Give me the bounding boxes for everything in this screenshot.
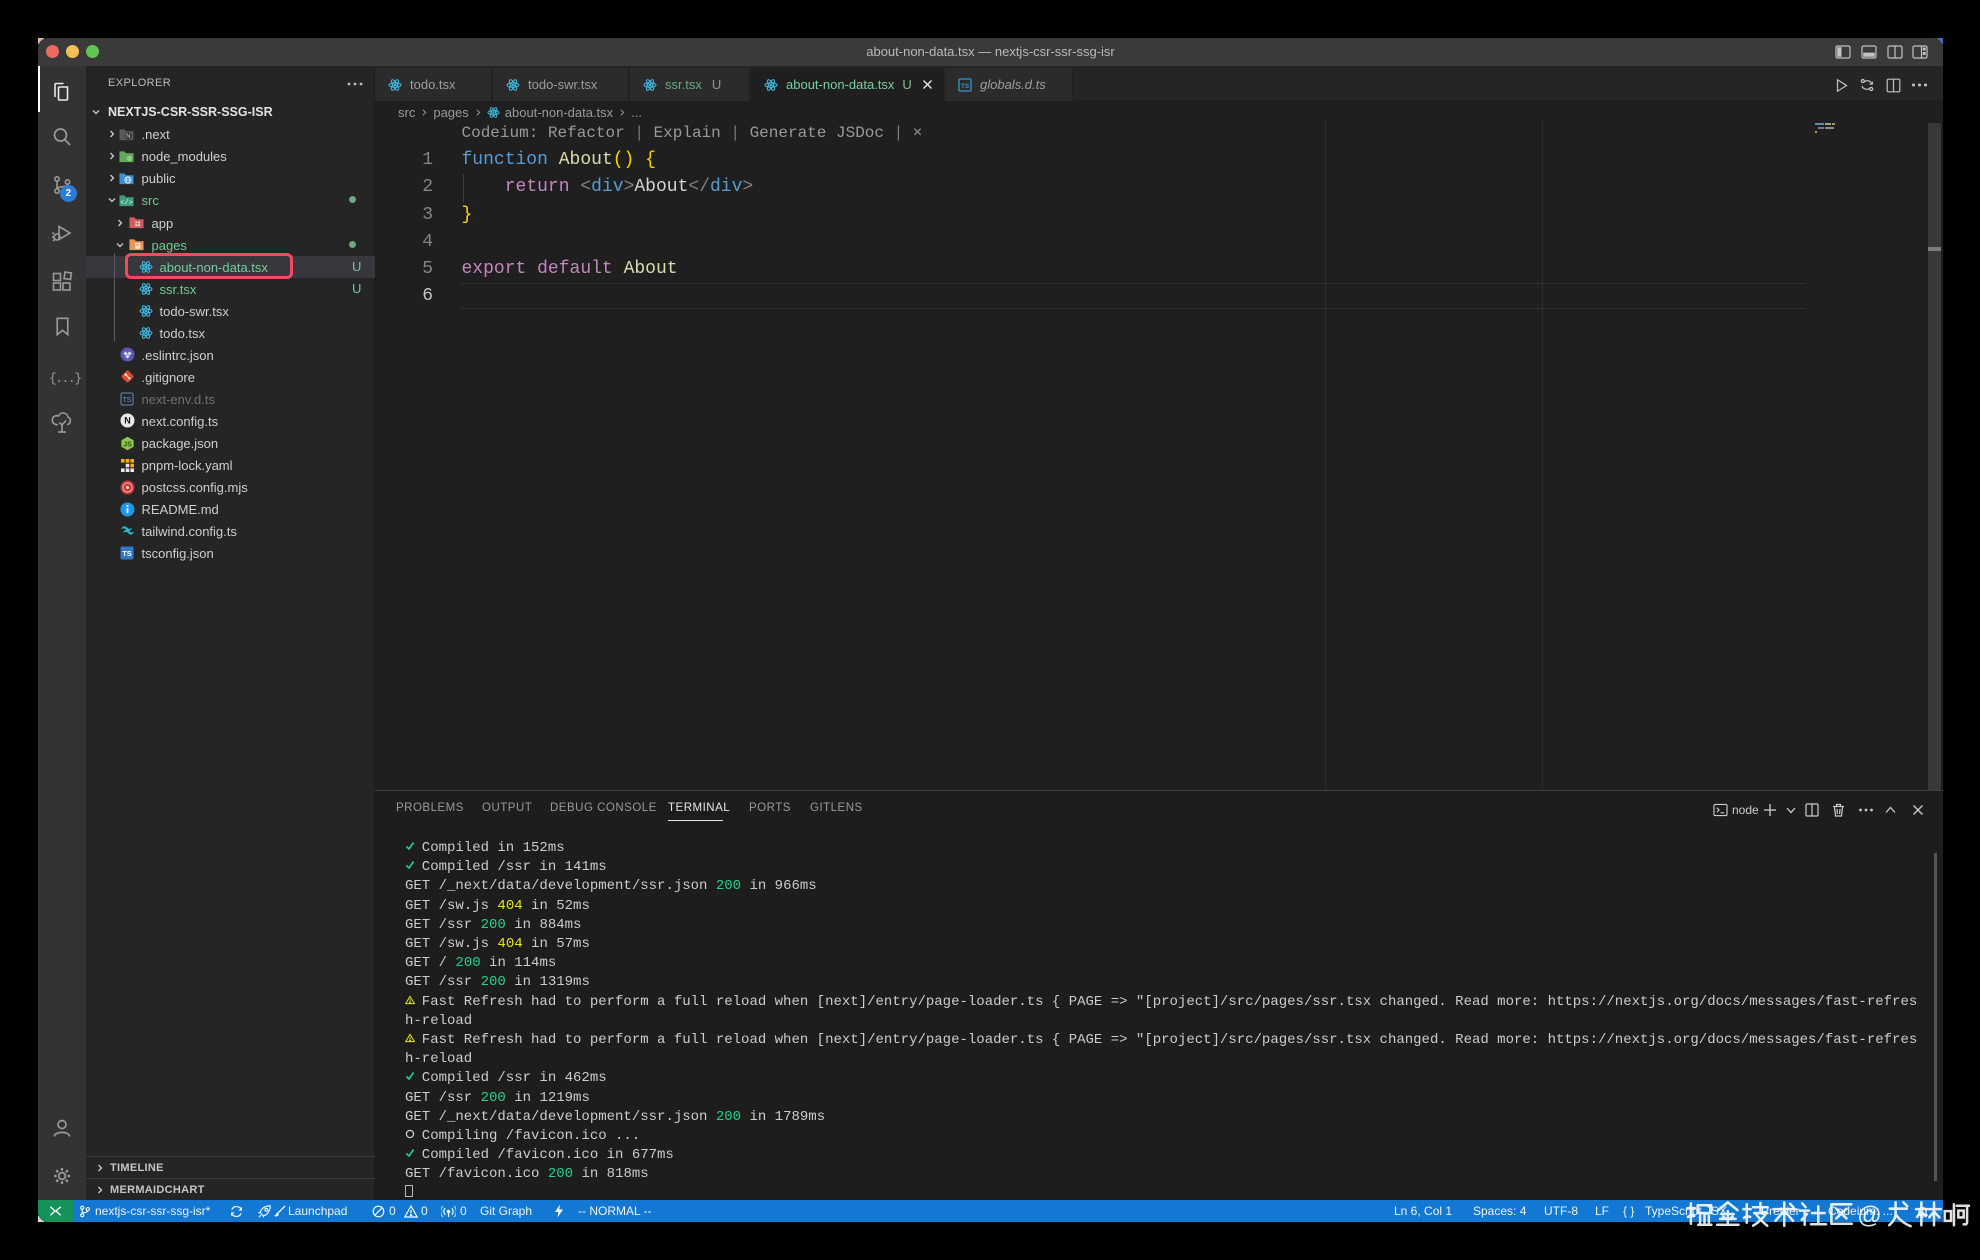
svg-text:TS: TS <box>123 397 132 404</box>
svg-text:N: N <box>124 416 131 426</box>
svg-text:</>: </> <box>120 199 133 207</box>
svg-text:JS: JS <box>123 441 132 448</box>
svg-text:N: N <box>126 133 130 140</box>
svg-text:TS: TS <box>122 549 132 558</box>
svg-text:TS: TS <box>961 83 970 90</box>
svg-text:@: @ <box>1857 1202 1882 1229</box>
